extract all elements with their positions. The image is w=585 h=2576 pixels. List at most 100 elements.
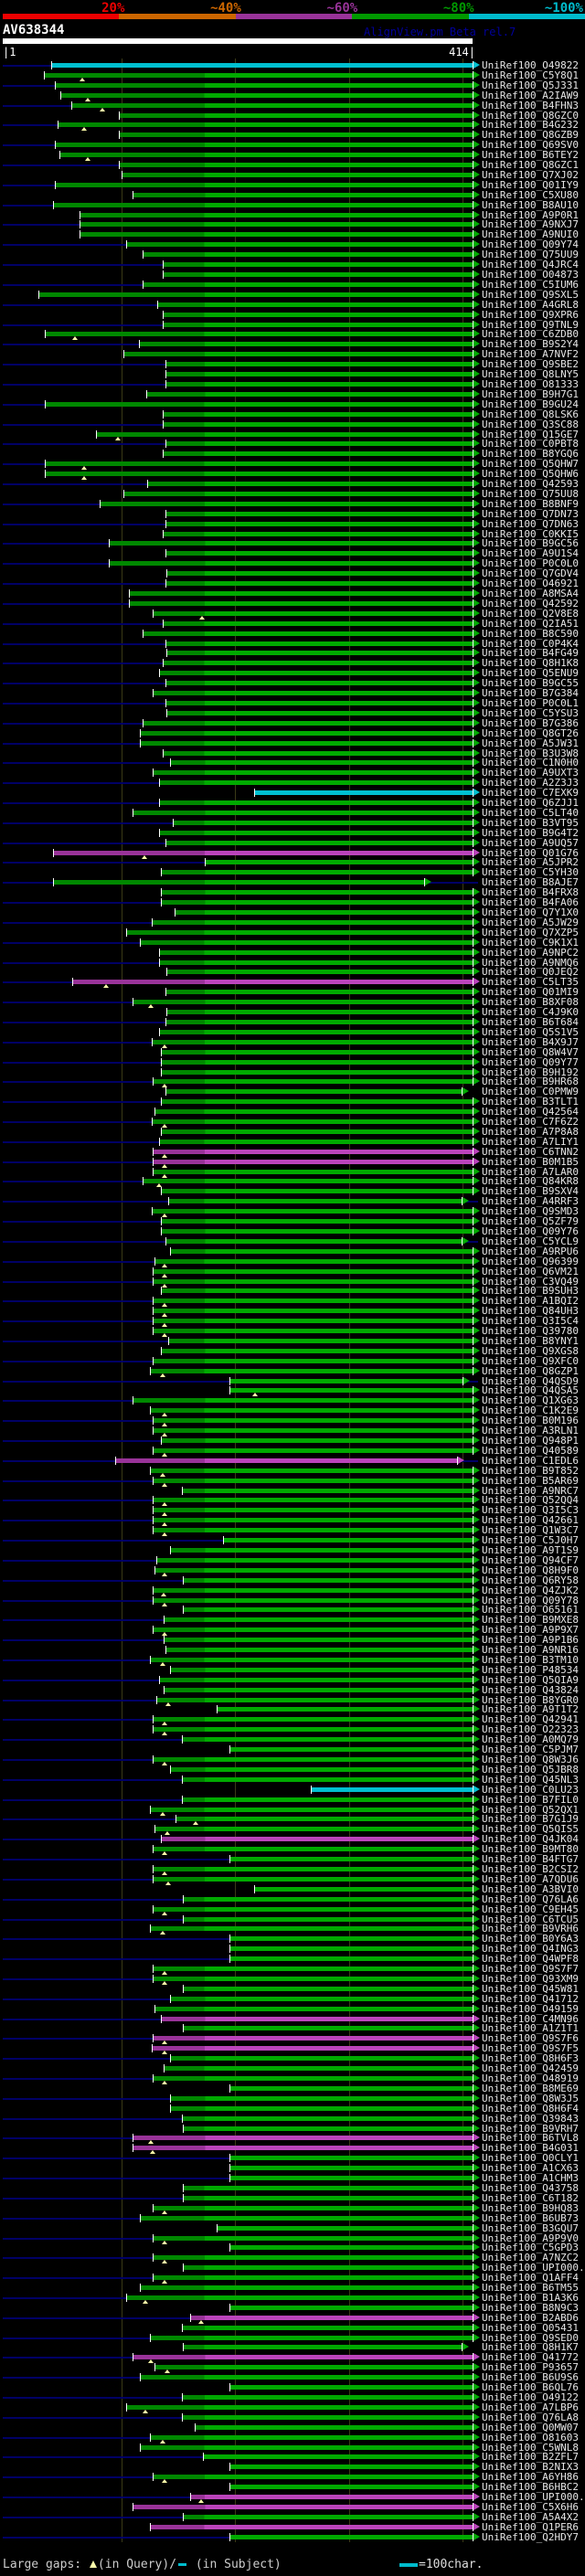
hit-bar[interactable] [170, 1667, 473, 1672]
hit-bar[interactable] [230, 1378, 463, 1383]
hit-bar[interactable] [166, 970, 473, 975]
hit-bar[interactable] [183, 1776, 473, 1782]
hit-bar[interactable] [184, 1896, 473, 1902]
hit-bar[interactable] [190, 2315, 473, 2320]
hit-bar[interactable] [170, 760, 473, 766]
hit-bar[interactable] [53, 850, 473, 855]
hit-bar[interactable] [165, 581, 473, 587]
hit-bar[interactable] [143, 281, 473, 287]
hit-bar[interactable] [153, 1757, 473, 1763]
hit-bar[interactable] [153, 1847, 473, 1852]
hit-bar[interactable] [184, 1607, 473, 1613]
hit-bar[interactable] [230, 2485, 473, 2490]
hit-bar[interactable] [80, 212, 473, 217]
hit-bar[interactable] [141, 2285, 473, 2291]
hit-bar[interactable] [133, 2504, 473, 2509]
hit-bar[interactable] [153, 1447, 473, 1453]
hit-bar[interactable] [223, 1538, 473, 1543]
hit-bar[interactable] [151, 1368, 473, 1373]
hit-bar[interactable] [230, 1388, 473, 1394]
hit-bar[interactable] [230, 2534, 473, 2539]
hit-bar[interactable] [183, 2115, 473, 2121]
hit-label[interactable]: UniRef100_Q9XPR6 [482, 310, 579, 320]
hit-bar[interactable] [153, 1169, 473, 1174]
hit-bar[interactable] [164, 421, 473, 427]
hit-bar[interactable] [52, 63, 473, 68]
hit-label[interactable]: UniRef100_A9NPC2 [482, 948, 579, 958]
hit-bar[interactable] [183, 2395, 473, 2400]
hit-bar[interactable] [230, 2465, 473, 2470]
hit-bar[interactable] [155, 1827, 473, 1832]
hit-bar[interactable] [153, 1299, 473, 1304]
hit-bar[interactable] [61, 92, 473, 98]
hit-bar[interactable] [151, 2434, 473, 2440]
hit-bar[interactable] [152, 919, 473, 925]
hit-bar[interactable] [203, 2454, 473, 2460]
hit-bar[interactable] [165, 700, 473, 705]
hit-bar[interactable] [133, 192, 473, 197]
hit-bar[interactable] [165, 681, 473, 686]
hit-bar[interactable] [153, 2076, 473, 2081]
hit-bar[interactable] [164, 312, 473, 317]
hit-bar[interactable] [152, 1039, 473, 1044]
hit-bar[interactable] [151, 2524, 473, 2529]
hit-bar[interactable] [165, 551, 473, 557]
hit-bar[interactable] [166, 1010, 473, 1015]
hit-bar[interactable] [153, 2275, 473, 2281]
hit-bar[interactable] [141, 740, 473, 746]
hit-bar[interactable] [153, 1966, 473, 1972]
hit-label[interactable]: UniRef100_B5AR69 [482, 1476, 579, 1486]
hit-bar[interactable] [230, 2385, 473, 2390]
hit-bar[interactable] [151, 2335, 473, 2340]
hit-bar[interactable] [184, 1986, 473, 1991]
hit-label[interactable]: UniRef100_O81603 [482, 2433, 579, 2443]
hit-bar[interactable] [141, 2215, 473, 2221]
hit-bar[interactable] [153, 1478, 473, 1483]
hit-bar[interactable] [160, 800, 473, 806]
hit-bar[interactable] [176, 1817, 473, 1822]
hit-bar[interactable] [195, 2424, 473, 2430]
hit-bar[interactable] [175, 910, 473, 915]
hit-bar[interactable] [183, 1737, 473, 1743]
hit-bar[interactable] [153, 1278, 473, 1284]
hit-bar[interactable] [156, 1697, 473, 1702]
hit-bar[interactable] [161, 890, 473, 896]
hit-label[interactable]: UniRef100_B8C590 [482, 629, 579, 639]
hit-bar[interactable] [165, 1019, 473, 1024]
hit-bar[interactable] [165, 1617, 473, 1623]
hit-bar[interactable] [165, 521, 473, 526]
hit-bar[interactable] [123, 491, 473, 496]
hit-bar[interactable] [164, 411, 473, 417]
hit-bar[interactable] [153, 691, 473, 696]
hit-bar[interactable] [127, 2404, 473, 2410]
hit-bar[interactable] [165, 362, 473, 367]
hit-bar[interactable] [230, 2166, 473, 2171]
hit-bar[interactable] [230, 2305, 473, 2310]
hit-bar[interactable] [230, 1936, 473, 1942]
hit-bar[interactable] [166, 571, 473, 577]
hit-bar[interactable] [153, 1976, 473, 1981]
hit-bar[interactable] [153, 1159, 473, 1164]
hit-label[interactable]: UniRef100_A5JW31 [482, 738, 579, 748]
hit-bar[interactable] [160, 959, 473, 965]
hit-bar[interactable] [161, 1219, 473, 1224]
hit-bar[interactable] [230, 1946, 473, 1952]
hit-bar[interactable] [160, 780, 473, 786]
hit-bar[interactable] [109, 541, 473, 546]
hit-bar[interactable] [147, 482, 473, 487]
hit-bar[interactable] [153, 1079, 473, 1085]
hit-bar[interactable] [127, 242, 473, 248]
hit-bar[interactable] [169, 1338, 473, 1343]
hit-bar[interactable] [151, 1657, 473, 1662]
hit-bar[interactable] [184, 2345, 462, 2350]
hit-bar[interactable] [153, 1587, 473, 1593]
hit-bar[interactable] [170, 2095, 473, 2101]
hit-bar[interactable] [153, 1727, 473, 1733]
hit-bar[interactable] [151, 1408, 473, 1414]
hit-bar[interactable] [217, 1707, 473, 1712]
hit-bar[interactable] [254, 1886, 473, 1892]
hit-bar[interactable] [153, 1149, 473, 1154]
hit-bar[interactable] [119, 133, 473, 138]
hit-bar[interactable] [169, 1199, 462, 1204]
hit-bar[interactable] [161, 1229, 473, 1234]
